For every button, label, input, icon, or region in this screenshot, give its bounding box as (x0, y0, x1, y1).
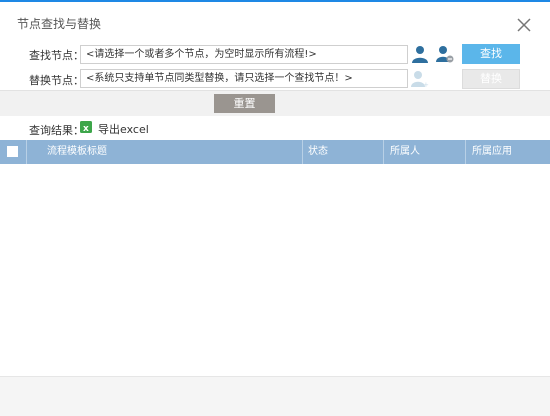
close-icon[interactable] (514, 15, 534, 35)
svg-text:x: x (83, 124, 89, 133)
replace-node-field[interactable]: <系统只支持单节点同类型替换，请只选择一个查找节点！> (80, 69, 408, 88)
excel-icon[interactable]: x (80, 121, 92, 133)
action-bar (0, 90, 550, 116)
column-header-status[interactable]: 状态 (308, 140, 328, 164)
svg-text:+: + (423, 81, 429, 88)
reset-button[interactable]: 重置 (214, 94, 275, 113)
dialog-title: 节点查找与替换 (17, 17, 102, 31)
add-person-icon: + (411, 71, 429, 88)
export-excel-link[interactable]: 导出excel (98, 121, 149, 137)
column-header-title[interactable]: 流程模板标题 (47, 140, 107, 164)
dialog-footer (0, 376, 550, 416)
find-node-field[interactable]: <请选择一个或者多个节点，为空时显示所有流程!> (80, 45, 408, 64)
select-person-icon[interactable] (411, 45, 429, 63)
replace-button[interactable]: 替换 (462, 69, 520, 89)
clear-person-icon[interactable] (436, 45, 454, 63)
column-header-app[interactable]: 所属应用 (472, 140, 512, 164)
column-header-owner[interactable]: 所属人 (390, 140, 420, 164)
column-divider (26, 140, 27, 164)
window-top-accent (0, 0, 550, 2)
select-all-checkbox[interactable] (7, 146, 18, 157)
replace-node-label: 替换节点： (29, 74, 84, 87)
find-node-label: 查找节点： (29, 49, 84, 62)
results-label: 查询结果： (29, 124, 84, 137)
column-divider (383, 140, 384, 164)
results-table-header: 流程模板标题 状态 所属人 所属应用 (0, 140, 550, 164)
find-button[interactable]: 查找 (462, 44, 520, 64)
column-divider (302, 140, 303, 164)
column-divider (465, 140, 466, 164)
